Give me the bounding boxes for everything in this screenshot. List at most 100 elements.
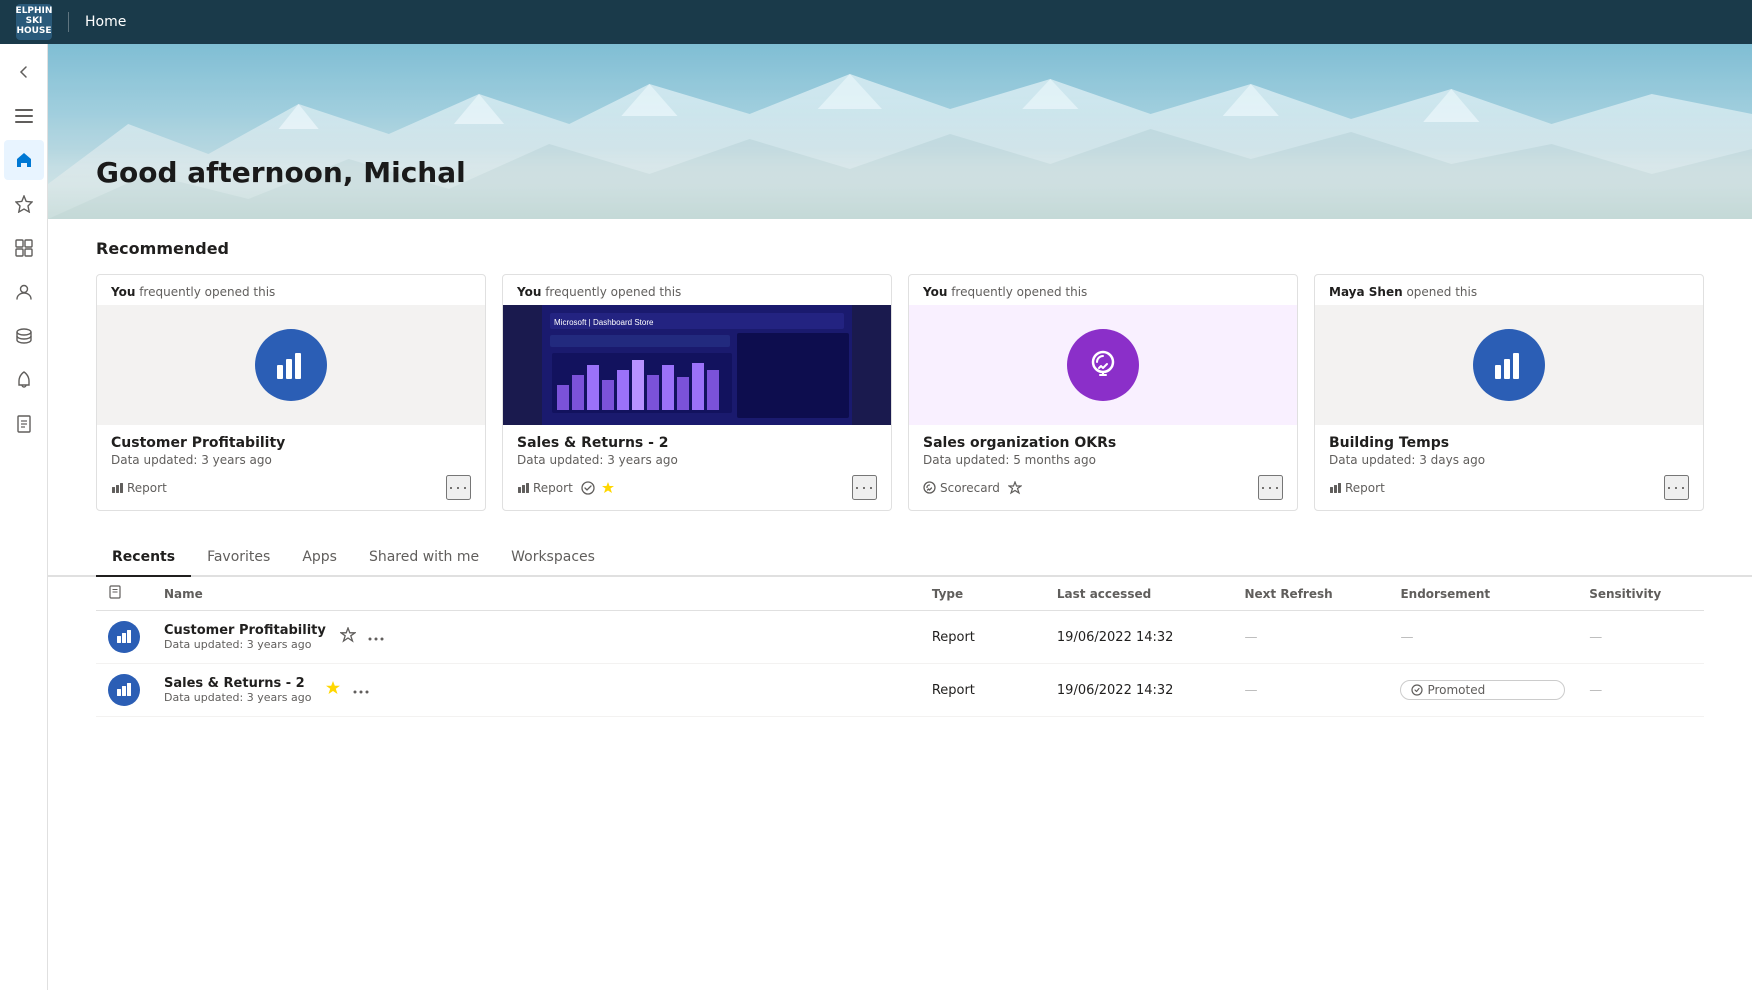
card3-body: Sales organization OKRs Data updated: 5 … bbox=[909, 425, 1297, 510]
row1-next-refresh: — bbox=[1232, 611, 1388, 664]
table-row: Customer Profitability Data updated: 3 y… bbox=[96, 611, 1704, 664]
card-sales-returns[interactable]: You frequently opened this Microsoft | D… bbox=[502, 274, 892, 511]
card4-more-button[interactable]: ··· bbox=[1664, 475, 1689, 500]
row1-star-button[interactable] bbox=[338, 625, 358, 650]
col-icon bbox=[96, 577, 152, 611]
recommended-cards: You frequently opened this Customer Prof… bbox=[96, 274, 1704, 511]
card1-thumb bbox=[97, 305, 485, 425]
card3-meta: Data updated: 5 months ago bbox=[923, 453, 1283, 467]
card3-name: Sales organization OKRs bbox=[923, 435, 1283, 451]
card1-body: Customer Profitability Data updated: 3 y… bbox=[97, 425, 485, 510]
card1-context-who: You bbox=[111, 285, 135, 299]
card-building-temps[interactable]: Maya Shen opened this Building Temps Dat bbox=[1314, 274, 1704, 511]
card4-type-label: Report bbox=[1345, 481, 1385, 495]
sidebar-item-home[interactable] bbox=[4, 140, 44, 180]
row2-sensitivity: — bbox=[1577, 664, 1704, 717]
card4-context-who: Maya Shen bbox=[1329, 285, 1403, 299]
promoted-label: Promoted bbox=[1427, 683, 1485, 697]
card3-type-label: Scorecard bbox=[940, 481, 1000, 495]
card-sales-okrs[interactable]: You frequently opened this bbox=[908, 274, 1298, 511]
tabs-bar: Recents Favorites Apps Shared with me Wo… bbox=[48, 539, 1752, 577]
card1-context-text: frequently opened this bbox=[139, 285, 275, 299]
svg-text:Microsoft | Dashboard Store: Microsoft | Dashboard Store bbox=[554, 318, 654, 327]
card1-header: You frequently opened this bbox=[97, 275, 485, 305]
tab-favorites[interactable]: Favorites bbox=[191, 539, 286, 577]
card4-thumb-icon bbox=[1473, 329, 1545, 401]
logo-box: ELPHINSKI HOUSE bbox=[16, 4, 52, 40]
card3-thumb-icon bbox=[1067, 329, 1139, 401]
row1-name-text: Customer Profitability Data updated: 3 y… bbox=[164, 623, 326, 651]
card4-context-text: opened this bbox=[1406, 285, 1477, 299]
row1-actions bbox=[338, 625, 386, 650]
sidebar-item-reports[interactable] bbox=[4, 404, 44, 444]
col-endorsement-header: Endorsement bbox=[1388, 577, 1577, 611]
table-section: Name Type Last accessed Next Refresh End… bbox=[48, 577, 1752, 737]
row2-next-refresh: — bbox=[1232, 664, 1388, 717]
topbar-title: Home bbox=[85, 14, 126, 30]
main-content: Good afternoon, Michal Recommended You f… bbox=[48, 44, 1752, 990]
col-next-header: Next Refresh bbox=[1232, 577, 1388, 611]
card4-meta: Data updated: 3 days ago bbox=[1329, 453, 1689, 467]
card1-name: Customer Profitability bbox=[111, 435, 471, 451]
sidebar-item-back[interactable] bbox=[4, 52, 44, 92]
row2-star-button[interactable] bbox=[323, 678, 343, 703]
sidebar-item-data[interactable] bbox=[4, 316, 44, 356]
card2-type: Report bbox=[517, 481, 615, 495]
card1-meta: Data updated: 3 years ago bbox=[111, 453, 471, 467]
sidebar-item-favorites[interactable] bbox=[4, 184, 44, 224]
card2-context-who: You bbox=[517, 285, 541, 299]
recents-table: Name Type Last accessed Next Refresh End… bbox=[96, 577, 1704, 717]
card3-context-who: You bbox=[923, 285, 947, 299]
row1-last-accessed: 19/06/2022 14:32 bbox=[1045, 611, 1233, 664]
row2-more-button[interactable] bbox=[351, 679, 371, 701]
card3-footer: Scorecard ··· bbox=[923, 475, 1283, 500]
row1-type: Report bbox=[920, 611, 1045, 664]
sidebar-item-notifications[interactable] bbox=[4, 360, 44, 400]
logo-text: ELPHINSKI HOUSE bbox=[16, 7, 53, 37]
sidebar-item-browse[interactable] bbox=[4, 228, 44, 268]
hero-mountains-bg bbox=[48, 44, 1752, 219]
sidebar bbox=[0, 44, 48, 990]
card3-type: Scorecard bbox=[923, 481, 1022, 495]
row1-sensitivity: — bbox=[1577, 611, 1704, 664]
card4-thumb bbox=[1315, 305, 1703, 425]
card3-header: You frequently opened this bbox=[909, 275, 1297, 305]
recommended-title: Recommended bbox=[96, 239, 1704, 258]
card2-header: You frequently opened this bbox=[503, 275, 891, 305]
tab-recents[interactable]: Recents bbox=[96, 539, 191, 577]
col-last-header: Last accessed bbox=[1045, 577, 1233, 611]
col-name-header: Name bbox=[152, 577, 920, 611]
sidebar-item-menu[interactable] bbox=[4, 96, 44, 136]
card4-header: Maya Shen opened this bbox=[1315, 275, 1703, 305]
tab-apps[interactable]: Apps bbox=[286, 539, 353, 577]
card4-footer: Report ··· bbox=[1329, 475, 1689, 500]
row1-item-updated: Data updated: 3 years ago bbox=[164, 638, 326, 651]
card1-type-label: Report bbox=[127, 481, 167, 495]
card2-more-button[interactable]: ··· bbox=[852, 475, 877, 500]
row1-icon-cell bbox=[96, 611, 152, 664]
card2-footer: Report ··· bbox=[517, 475, 877, 500]
row2-name-container: Sales & Returns - 2 Data updated: 3 year… bbox=[164, 676, 908, 704]
row2-name-text: Sales & Returns - 2 Data updated: 3 year… bbox=[164, 676, 311, 704]
logo: ELPHINSKI HOUSE bbox=[16, 4, 52, 40]
table-wrapper: Name Type Last accessed Next Refresh End… bbox=[96, 577, 1704, 717]
card3-thumb bbox=[909, 305, 1297, 425]
card-customer-profitability[interactable]: You frequently opened this Customer Prof… bbox=[96, 274, 486, 511]
row1-name-cell: Customer Profitability Data updated: 3 y… bbox=[152, 611, 920, 664]
col-type-header: Type bbox=[920, 577, 1045, 611]
card1-more-button[interactable]: ··· bbox=[446, 475, 471, 500]
row2-endorsement: Promoted bbox=[1388, 664, 1577, 717]
topbar: ELPHINSKI HOUSE Home bbox=[0, 0, 1752, 44]
row2-item-updated: Data updated: 3 years ago bbox=[164, 691, 311, 704]
col-sensitivity-header: Sensitivity bbox=[1577, 577, 1704, 611]
card4-name: Building Temps bbox=[1329, 435, 1689, 451]
tab-shared[interactable]: Shared with me bbox=[353, 539, 495, 577]
card4-body: Building Temps Data updated: 3 days ago … bbox=[1315, 425, 1703, 510]
promoted-badge: Promoted bbox=[1400, 680, 1565, 700]
tab-workspaces[interactable]: Workspaces bbox=[495, 539, 611, 577]
card3-more-button[interactable]: ··· bbox=[1258, 475, 1283, 500]
card1-type: Report bbox=[111, 481, 167, 495]
row1-more-button[interactable] bbox=[366, 626, 386, 648]
sidebar-item-people[interactable] bbox=[4, 272, 44, 312]
row2-icon-cell bbox=[96, 664, 152, 717]
